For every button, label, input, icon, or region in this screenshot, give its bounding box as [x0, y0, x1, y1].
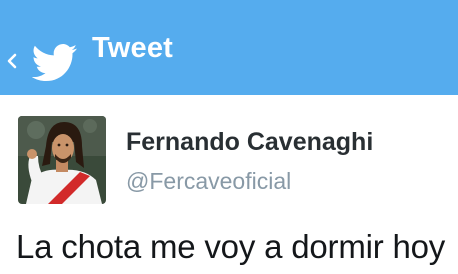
chevron-left-icon [7, 53, 17, 69]
twitter-bird-icon [32, 44, 78, 82]
author-display-name[interactable]: Fernando Cavenaghi [126, 126, 373, 158]
back-button[interactable] [0, 14, 88, 82]
avatar[interactable] [18, 116, 106, 204]
author-handle[interactable]: @Fercaveoficial [126, 166, 291, 196]
tweet-text: La chota me voy a dormir hoy [16, 228, 446, 265]
page-title: Tweet [92, 32, 174, 64]
navigation-bar: Tweet [0, 0, 458, 95]
